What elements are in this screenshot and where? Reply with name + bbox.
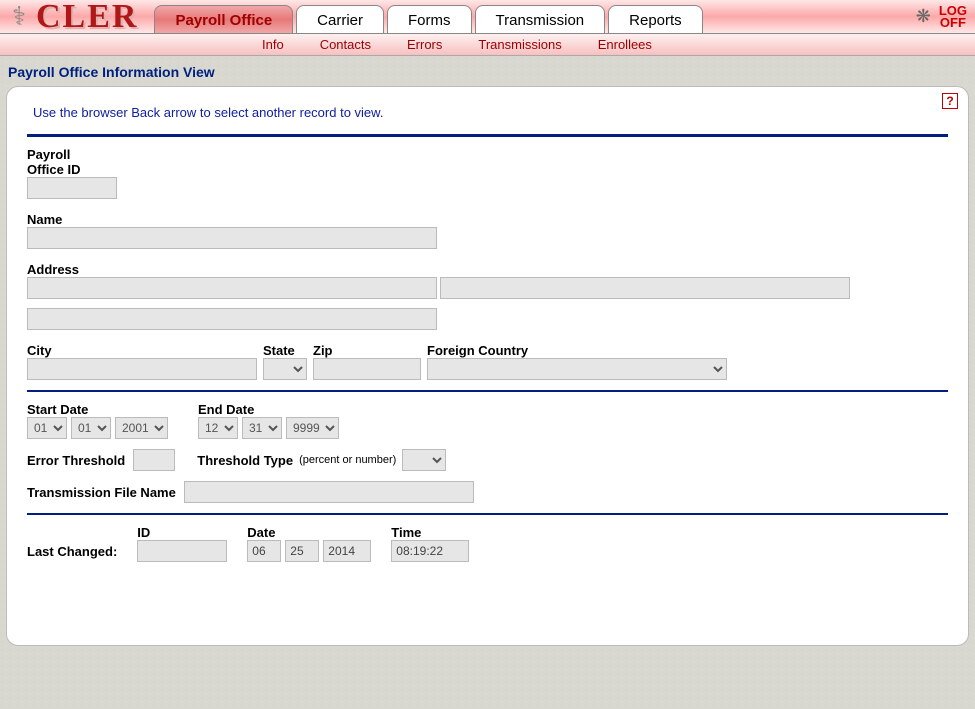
end-day-select[interactable]: 31 bbox=[242, 417, 282, 439]
row-transmission-file: Transmission File Name bbox=[27, 481, 948, 503]
label-state: State bbox=[263, 343, 307, 358]
subnav-enrollees[interactable]: Enrollees bbox=[598, 37, 652, 52]
threshold-type-select[interactable] bbox=[402, 449, 446, 471]
start-year-select[interactable]: 2001 bbox=[115, 417, 168, 439]
threshold-type-note: (percent or number) bbox=[299, 454, 396, 466]
label-payroll-office-id: PayrollOffice ID bbox=[27, 147, 87, 177]
header-right: ❋ LOGOFF bbox=[916, 0, 975, 33]
address3-field bbox=[27, 308, 437, 330]
header-bar: ⚕ CLER Payroll Office Carrier Forms Tran… bbox=[0, 0, 975, 34]
label-address: Address bbox=[27, 262, 948, 277]
row-last-changed: Last Changed: ID Date 06 25 2014 Time 08… bbox=[27, 525, 948, 562]
end-month-select[interactable]: 12 bbox=[198, 417, 238, 439]
hint-text: Use the browser Back arrow to select ano… bbox=[27, 95, 948, 130]
label-id: ID bbox=[137, 525, 227, 540]
city-field bbox=[27, 358, 257, 380]
foreign-country-select[interactable] bbox=[427, 358, 727, 380]
label-last-changed: Last Changed: bbox=[27, 544, 117, 562]
tab-transmission[interactable]: Transmission bbox=[475, 5, 606, 33]
logoff-button[interactable]: LOGOFF bbox=[939, 5, 967, 28]
help-icon[interactable]: ? bbox=[942, 93, 958, 109]
label-city: City bbox=[27, 343, 257, 358]
separator bbox=[27, 513, 948, 515]
tab-carrier[interactable]: Carrier bbox=[296, 5, 384, 33]
subnav-transmissions[interactable]: Transmissions bbox=[478, 37, 561, 52]
row-address: Address bbox=[27, 262, 948, 333]
tab-payroll-office[interactable]: Payroll Office bbox=[154, 5, 293, 33]
content-panel: ? Use the browser Back arrow to select a… bbox=[6, 86, 969, 646]
subnav-info[interactable]: Info bbox=[262, 37, 284, 52]
page: Payroll Office Information View ? Use th… bbox=[0, 56, 975, 666]
state-select[interactable] bbox=[263, 358, 307, 380]
label-date: Date bbox=[247, 525, 371, 540]
row-city-state-zip: City State Zip Foreign Country bbox=[27, 343, 948, 380]
start-month-select[interactable]: 01 bbox=[27, 417, 67, 439]
label-end-date: End Date bbox=[198, 402, 339, 417]
address1-field bbox=[27, 277, 437, 299]
label-transmission-file-name: Transmission File Name bbox=[27, 485, 176, 500]
zip-field bbox=[313, 358, 421, 380]
row-payroll-office-id: PayrollOffice ID bbox=[27, 147, 948, 202]
error-threshold-field bbox=[133, 449, 175, 471]
label-name: Name bbox=[27, 212, 948, 227]
separator bbox=[27, 134, 948, 137]
last-date-yyyy-field: 2014 bbox=[323, 540, 371, 562]
start-day-select[interactable]: 01 bbox=[71, 417, 111, 439]
label-error-threshold: Error Threshold bbox=[27, 453, 125, 468]
row-dates: Start Date 01 01 2001 End Date 12 31 999… bbox=[27, 402, 948, 439]
name-field bbox=[27, 227, 437, 249]
payroll-office-id-field bbox=[27, 177, 117, 199]
separator bbox=[27, 390, 948, 392]
last-date-dd-field: 25 bbox=[285, 540, 319, 562]
transmission-file-name-field bbox=[184, 481, 474, 503]
label-time: Time bbox=[391, 525, 469, 540]
label-foreign-country: Foreign Country bbox=[427, 343, 727, 358]
row-threshold: Error Threshold Threshold Type (percent … bbox=[27, 449, 948, 471]
last-id-field bbox=[137, 540, 227, 562]
label-start-date: Start Date bbox=[27, 402, 168, 417]
app-logo: CLER bbox=[34, 0, 154, 33]
label-zip: Zip bbox=[313, 343, 421, 358]
subnav-contacts[interactable]: Contacts bbox=[320, 37, 371, 52]
last-date-mm-field: 06 bbox=[247, 540, 281, 562]
sub-nav: Info Contacts Errors Transmissions Enrol… bbox=[0, 34, 975, 56]
page-title: Payroll Office Information View bbox=[6, 62, 969, 86]
tab-reports[interactable]: Reports bbox=[608, 5, 703, 33]
main-tabs: Payroll Office Carrier Forms Transmissio… bbox=[154, 2, 702, 33]
caduceus-icon: ⚕ bbox=[4, 0, 34, 33]
address2-field bbox=[440, 277, 850, 299]
gear-icon[interactable]: ❋ bbox=[916, 6, 931, 27]
subnav-errors[interactable]: Errors bbox=[407, 37, 442, 52]
tab-forms[interactable]: Forms bbox=[387, 5, 472, 33]
label-threshold-type: Threshold Type bbox=[197, 453, 293, 468]
end-year-select[interactable]: 9999 bbox=[286, 417, 339, 439]
row-name: Name bbox=[27, 212, 948, 252]
last-time-field: 08:19:22 bbox=[391, 540, 469, 562]
